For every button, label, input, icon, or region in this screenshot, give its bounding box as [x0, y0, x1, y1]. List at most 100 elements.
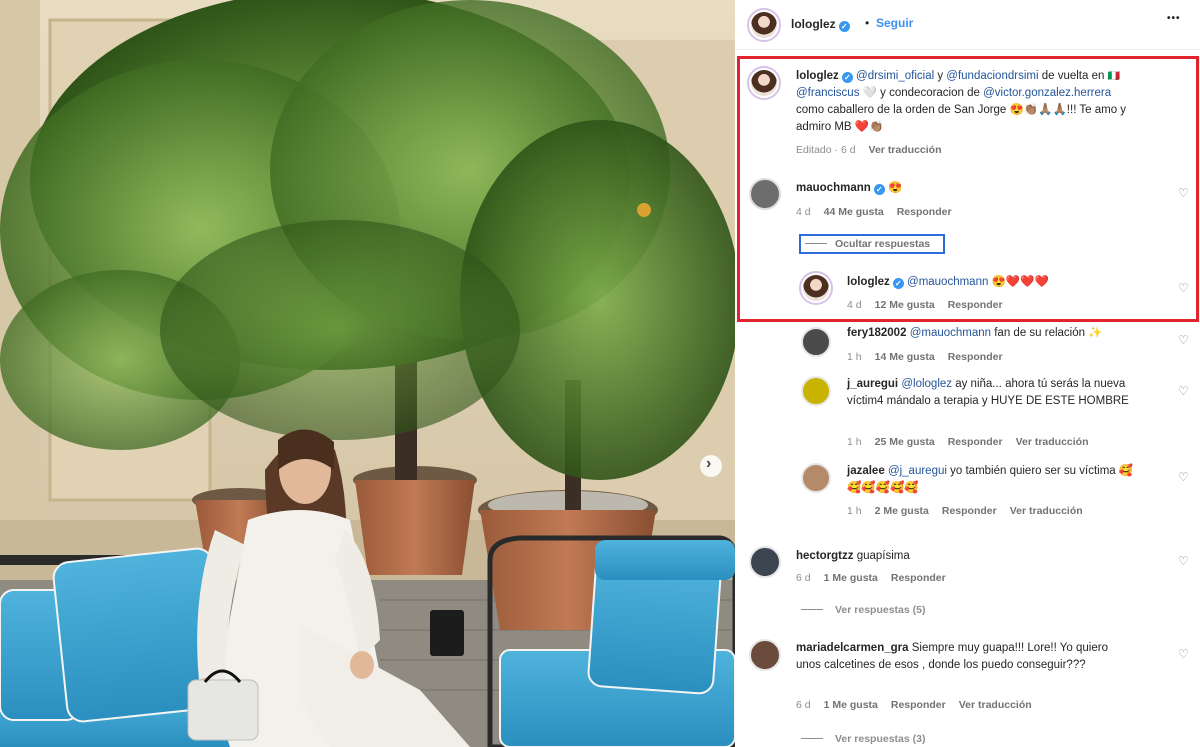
comment-body: 😍 — [887, 182, 903, 194]
comment-time: 6 d — [796, 572, 811, 584]
reply-body: 😍❤️❤️❤️ — [988, 276, 1049, 288]
reply-meta: 1 h 25 Me gusta Responder Ver traducción — [847, 436, 1102, 448]
view-replies-button[interactable]: Ver respuestas (3) — [801, 733, 925, 745]
mention-link[interactable]: @drsimi_oficial — [856, 70, 934, 82]
mention-link[interactable]: @mauochmann — [910, 327, 991, 339]
caption-text-part2: 🤍 y condecoracion de — [859, 87, 984, 99]
translate-link[interactable]: Ver traducción — [959, 699, 1032, 711]
like-heart-icon[interactable]: ♡ — [1178, 554, 1189, 568]
comment-username[interactable]: mariadelcarmen_gra — [796, 642, 909, 654]
mention-link[interactable]: @victor.gonzalez.herrera — [983, 87, 1111, 99]
divider-line — [801, 738, 823, 739]
reply-time: 1 h — [847, 351, 862, 363]
comment-text: mariadelcarmen_gra Siempre muy guapa!!! … — [796, 640, 1136, 674]
likes-count[interactable]: 14 Me gusta — [875, 351, 935, 363]
reply-text: j_auregui @lologlez ay niña... ahora tú … — [847, 376, 1157, 410]
edited-label: Editado · 6 d — [796, 144, 856, 156]
reply-meta: 1 h 2 Me gusta Responder Ver traducción — [847, 505, 1096, 517]
verified-icon: ✓ — [892, 278, 904, 289]
likes-count[interactable]: 2 Me gusta — [875, 505, 929, 517]
translate-link[interactable]: Ver traducción — [1010, 505, 1083, 517]
view-replies-label[interactable]: Ver respuestas (3) — [835, 733, 925, 745]
avatar[interactable] — [801, 376, 831, 406]
likes-count[interactable]: 1 Me gusta — [824, 572, 878, 584]
mention-link[interactable]: @j_auregui — [888, 465, 947, 477]
like-heart-icon[interactable]: ♡ — [1178, 281, 1189, 295]
reply-button[interactable]: Responder — [942, 505, 997, 517]
post-image — [0, 0, 735, 747]
separator-dot: • — [865, 16, 870, 30]
reply-time: 1 h — [847, 436, 862, 448]
likes-count[interactable]: 1 Me gusta — [824, 699, 878, 711]
caption-username[interactable]: lologlez — [796, 70, 839, 82]
carousel-next-icon[interactable]: › — [706, 455, 711, 473]
reply-button[interactable]: Responder — [891, 699, 946, 711]
avatar[interactable] — [747, 66, 781, 100]
mention-link[interactable]: @franciscus — [796, 87, 859, 99]
reply-button[interactable]: Responder — [948, 436, 1003, 448]
hide-replies-label[interactable]: Ocultar respuestas — [835, 238, 930, 250]
reply-username[interactable]: lologlez — [847, 276, 890, 288]
avatar[interactable] — [749, 546, 781, 578]
translate-link[interactable]: Ver traducción — [1016, 436, 1089, 448]
like-heart-icon[interactable]: ♡ — [1178, 333, 1189, 347]
more-options-icon[interactable]: ••• — [1167, 13, 1181, 24]
mention-link[interactable]: @fundaciondrsimi — [946, 70, 1038, 82]
comment-meta: 6 d 1 Me gusta Responder — [796, 572, 959, 584]
view-replies-label[interactable]: Ver respuestas (5) — [835, 604, 925, 616]
reply-button[interactable]: Responder — [948, 351, 1003, 363]
reply-username[interactable]: jazalee — [847, 465, 885, 477]
flag-emoji: 🇮🇹 — [1107, 71, 1121, 82]
reply-username[interactable]: fery182002 — [847, 327, 906, 339]
likes-count[interactable]: 44 Me gusta — [824, 206, 884, 218]
reply-button[interactable]: Responder — [891, 572, 946, 584]
avatar[interactable] — [749, 639, 781, 671]
likes-count[interactable]: 12 Me gusta — [875, 299, 935, 311]
post-author[interactable]: lologlez ✓ — [791, 17, 850, 32]
avatar[interactable] — [801, 327, 831, 357]
reply-text: jazalee @j_auregui yo también quiero ser… — [847, 463, 1147, 497]
view-replies-button[interactable]: Ver respuestas (5) — [801, 604, 925, 616]
comment-username[interactable]: hectorgtzz — [796, 550, 854, 562]
comment-username[interactable]: mauochmann — [796, 182, 871, 194]
comment-text: mauochmann ✓ 😍 — [796, 180, 1156, 197]
mention-link[interactable]: @mauochmann — [907, 276, 988, 288]
verified-icon: ✓ — [838, 21, 850, 32]
avatar[interactable] — [747, 8, 781, 42]
comment-time: 6 d — [796, 699, 811, 711]
reply-meta: 1 h 14 Me gusta Responder — [847, 351, 1016, 363]
translate-link[interactable]: Ver traducción — [869, 144, 942, 156]
comment-body: guapísima — [856, 550, 910, 562]
verified-icon: ✓ — [873, 184, 885, 195]
post-photo: › — [0, 0, 735, 747]
like-heart-icon[interactable]: ♡ — [1178, 186, 1189, 200]
reply-meta: 4 d 12 Me gusta Responder — [847, 299, 1016, 311]
reply-time: 1 h — [847, 505, 862, 517]
caption-text-and: y — [934, 70, 947, 82]
reply-button[interactable]: Responder — [897, 206, 952, 218]
post-header: lologlez ✓ • Seguir ••• — [735, 0, 1200, 50]
reply-text: lologlez ✓ @mauochmann 😍❤️❤️❤️ — [847, 274, 1157, 291]
like-heart-icon[interactable]: ♡ — [1178, 384, 1189, 398]
like-heart-icon[interactable]: ♡ — [1178, 470, 1189, 484]
caption-text-part3: como caballero de la orden de San Jorge … — [796, 104, 1127, 133]
like-heart-icon[interactable]: ♡ — [1178, 647, 1189, 661]
caption-text-part1: de vuelta en — [1038, 70, 1108, 82]
caption-meta: Editado · 6 d Ver traducción — [796, 144, 955, 156]
reply-username[interactable]: j_auregui — [847, 378, 898, 390]
comment-meta: 6 d 1 Me gusta Responder Ver traducción — [796, 699, 1045, 711]
follow-button[interactable]: Seguir — [876, 16, 913, 30]
reply-time: 4 d — [847, 299, 862, 311]
comment-meta: 4 d 44 Me gusta Responder — [796, 206, 965, 218]
comment-text: hectorgtzz guapísima — [796, 548, 1156, 565]
avatar[interactable] — [799, 271, 833, 305]
divider-line — [805, 243, 827, 244]
avatar[interactable] — [749, 178, 781, 210]
avatar[interactable] — [801, 463, 831, 493]
mention-link[interactable]: @lologlez — [901, 378, 952, 390]
comment-time: 4 d — [796, 206, 811, 218]
post-author-label[interactable]: lologlez — [791, 17, 836, 31]
likes-count[interactable]: 25 Me gusta — [875, 436, 935, 448]
reply-button[interactable]: Responder — [948, 299, 1003, 311]
hide-replies-button[interactable]: Ocultar respuestas — [799, 234, 945, 254]
